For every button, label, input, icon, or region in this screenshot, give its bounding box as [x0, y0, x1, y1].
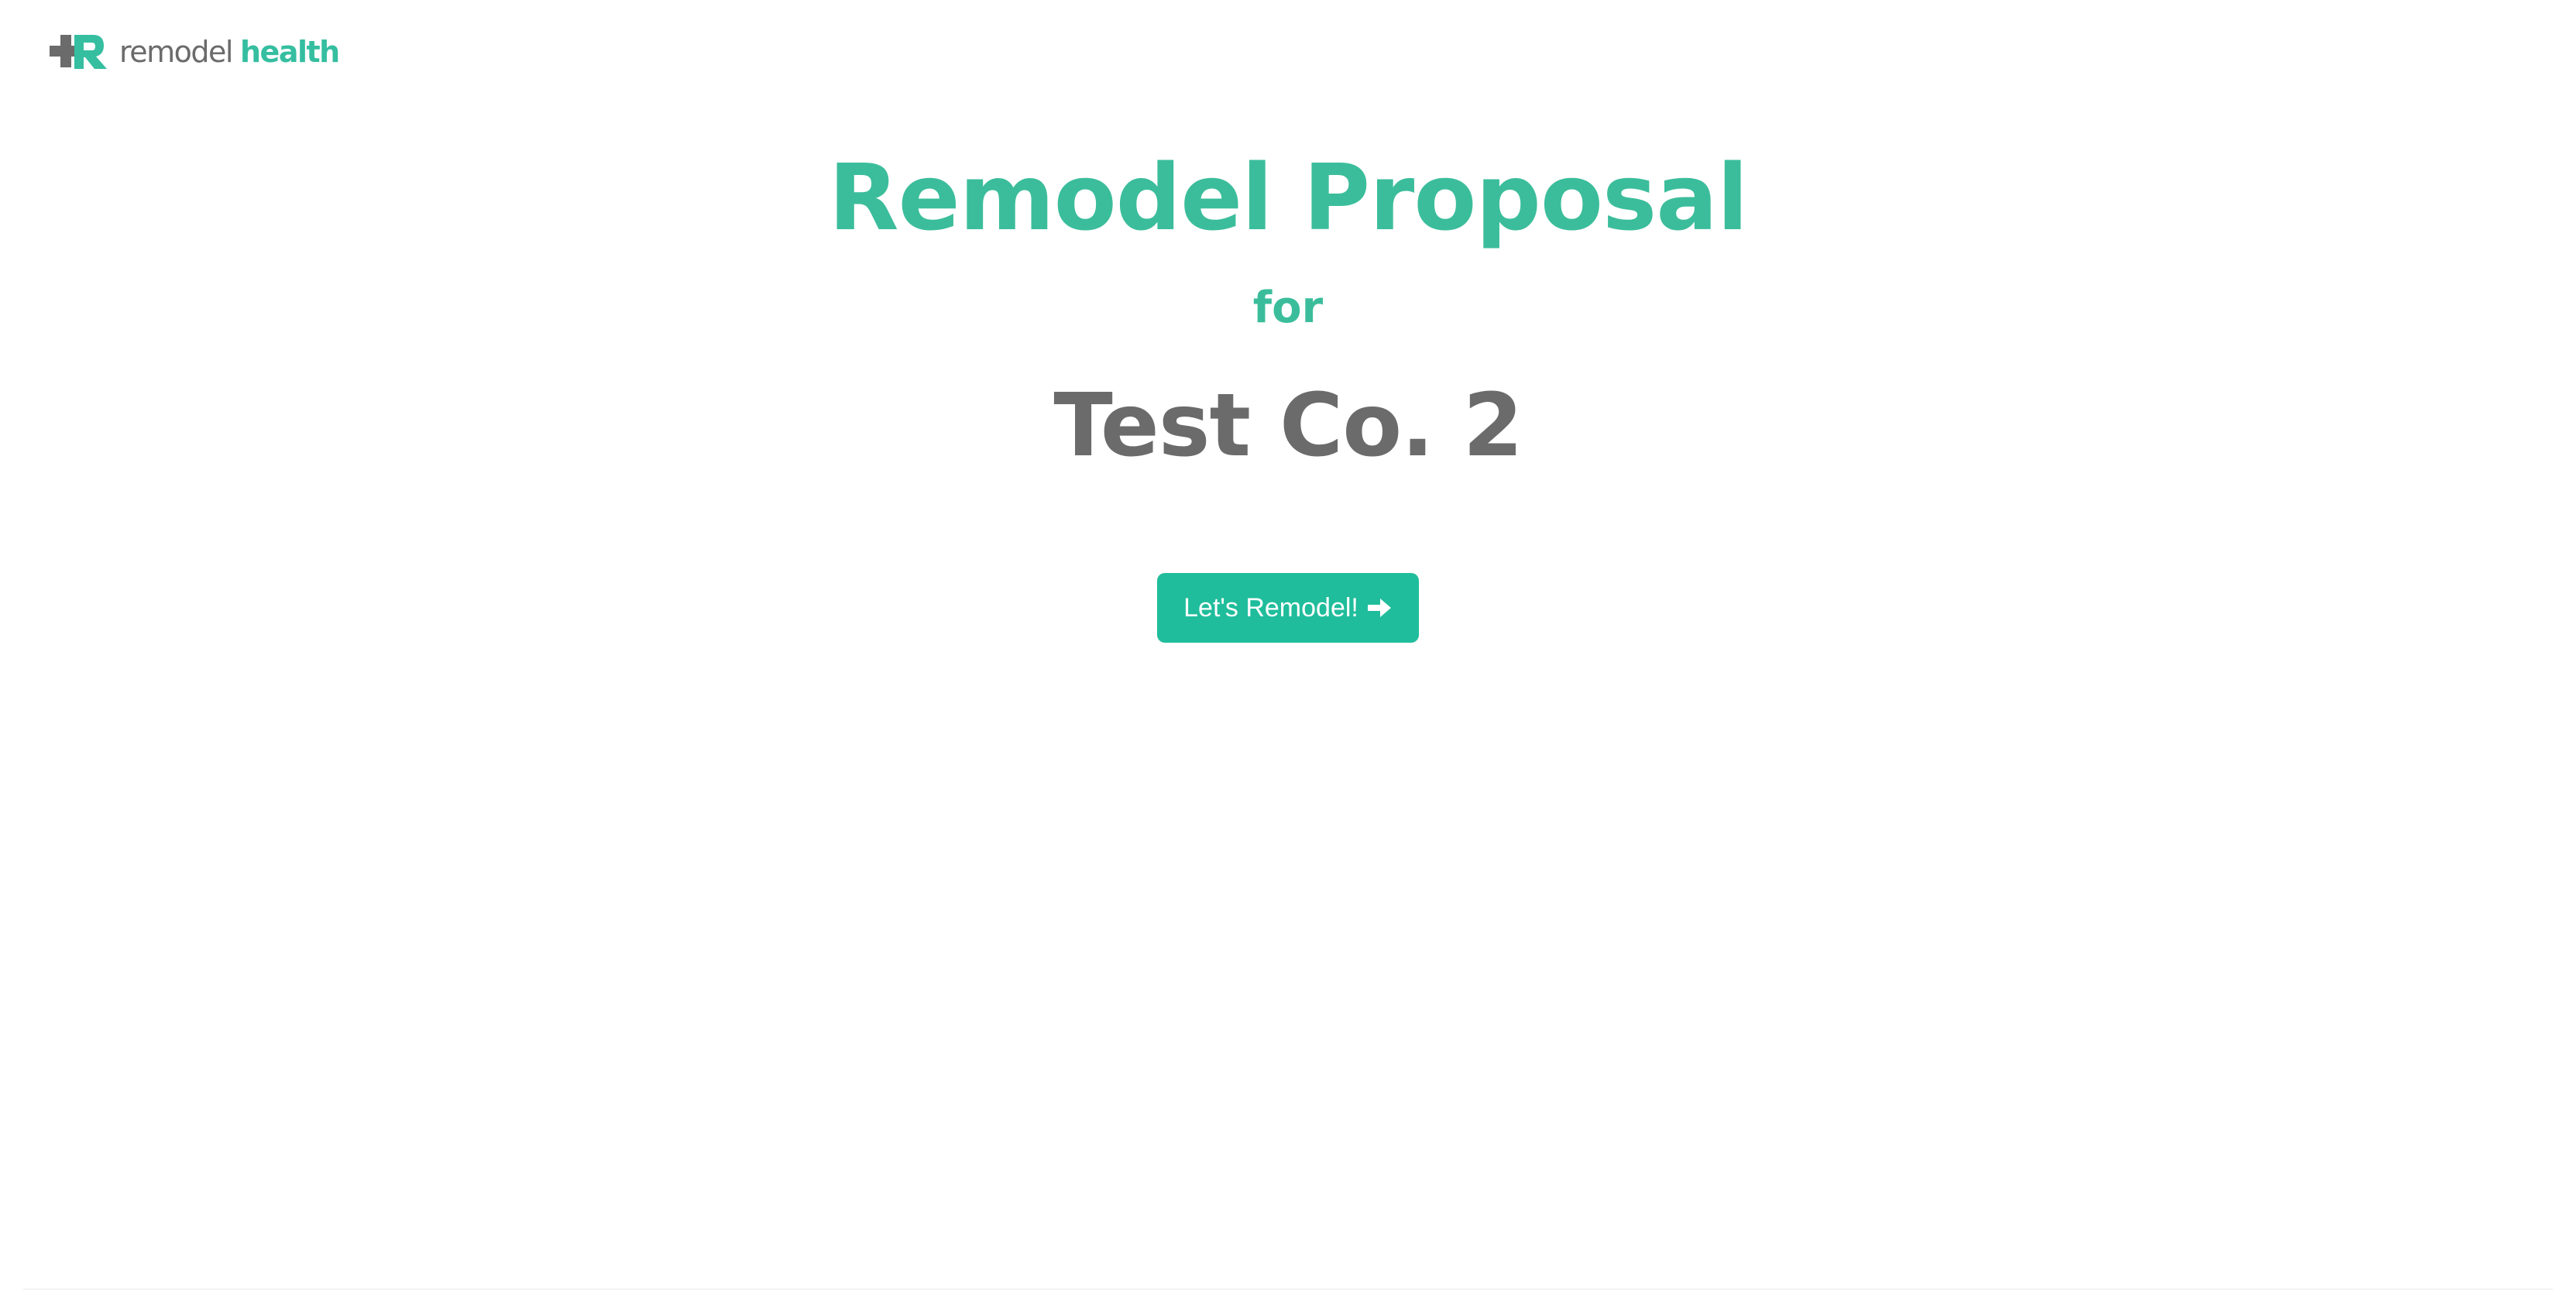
logo[interactable]: remodel health — [50, 33, 340, 71]
lets-remodel-button[interactable]: Let's Remodel! — [1157, 573, 1419, 643]
plus-r-logo-icon — [50, 35, 107, 69]
arrow-right-icon — [1367, 599, 1391, 617]
page-title: Remodel Proposal — [828, 144, 1749, 251]
logo-word-health: health — [240, 35, 340, 69]
company-name: Test Co. 2 — [1053, 376, 1523, 476]
page: remodel health Remodel Proposal for Test… — [0, 0, 2576, 1290]
logo-wordmark: remodel health — [119, 35, 340, 69]
lets-remodel-button-label: Let's Remodel! — [1183, 592, 1358, 623]
logo-word-remodel: remodel — [119, 35, 234, 69]
page-subtitle: for — [1252, 283, 1324, 333]
